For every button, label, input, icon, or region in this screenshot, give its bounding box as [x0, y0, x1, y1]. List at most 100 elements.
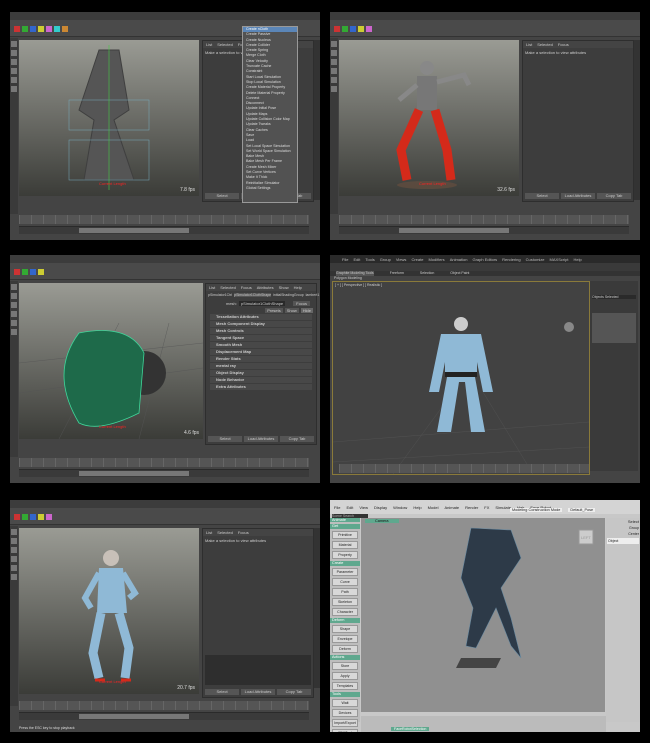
tool-button[interactable]: Skeleton	[332, 598, 358, 606]
tool-button[interactable]: Property	[332, 551, 358, 559]
camera-dropdown[interactable]: Camera	[365, 519, 399, 523]
menu-bar[interactable]	[10, 255, 320, 263]
attribute-section[interactable]: Mesh Component Display	[210, 321, 312, 327]
attribute-section[interactable]: mental ray	[210, 363, 312, 369]
select-button[interactable]: Select	[208, 436, 242, 442]
timeline[interactable]	[19, 701, 309, 710]
ae-menu-list[interactable]: List	[206, 530, 212, 535]
tool-button[interactable]: Material	[332, 541, 358, 549]
menu-item[interactable]: Rendering	[502, 257, 520, 262]
hide-button[interactable]: Hide	[300, 308, 313, 313]
menu-item[interactable]: Render	[465, 505, 478, 510]
viewport[interactable]: Current Length 32.6 fps	[339, 40, 519, 196]
tool-button[interactable]: Wait	[332, 699, 358, 707]
menu-bar[interactable]: File Edit Tools Group Views Create Modifiers An…	[330, 255, 640, 263]
mode-tab-animate[interactable]: Animate	[330, 518, 360, 522]
ae-menu-selected[interactable]: Selected	[537, 42, 553, 47]
menu-item[interactable]: Global Settings	[243, 186, 297, 191]
ae-menu-selected[interactable]: Selected	[220, 285, 236, 290]
select-button[interactable]: Select	[205, 689, 239, 695]
tab-lambert[interactable]: lambert1	[306, 293, 320, 297]
focus-button[interactable]: Focus	[293, 301, 311, 306]
ae-menu-focus[interactable]: Focus	[238, 530, 249, 535]
presets-button[interactable]: Presets	[265, 308, 283, 313]
range-slider[interactable]	[19, 226, 309, 234]
menu-item[interactable]: Display	[374, 505, 387, 510]
menu-item[interactable]: Edit	[353, 257, 360, 262]
menu-item[interactable]: Tools	[365, 257, 374, 262]
timeline[interactable]	[19, 215, 309, 224]
center-button[interactable]: Center	[606, 531, 640, 537]
tool-button[interactable]: Parameter	[332, 568, 358, 576]
load-attributes-button[interactable]: Load Attributes	[561, 193, 595, 199]
menu-item[interactable]: Graph Editors	[472, 257, 497, 262]
ae-menu-help[interactable]: Help	[294, 285, 302, 290]
copy-tab-button[interactable]: Copy Tab	[280, 436, 314, 442]
mesh-name-field[interactable]: pSimulator1ClothShape	[238, 301, 286, 306]
tab-shading-group[interactable]: initialShadingGroup	[273, 293, 304, 297]
tool-button[interactable]: Import/Export	[332, 719, 358, 727]
tool-button[interactable]: Templates	[332, 682, 358, 690]
menu-bar[interactable]	[10, 12, 320, 20]
ae-menu-show[interactable]: Show	[279, 285, 289, 290]
copy-tab-button[interactable]: Copy Tab	[597, 193, 631, 199]
time-slider[interactable]	[339, 464, 589, 473]
toolbox[interactable]	[10, 281, 18, 457]
attribute-section[interactable]: Render Stats	[210, 356, 312, 362]
attribute-section[interactable]: Displacement Map	[210, 349, 312, 355]
ae-menu-list[interactable]: List	[526, 42, 532, 47]
menu-item[interactable]: FX	[484, 505, 489, 510]
timeline[interactable]	[19, 458, 309, 467]
menu-item[interactable]: Views	[396, 257, 407, 262]
menu-item[interactable]: Animate	[444, 505, 459, 510]
menu-item[interactable]: Edit	[346, 505, 353, 510]
layout-dropdown[interactable]: Default_Pose	[568, 508, 596, 512]
side-tabs[interactable]	[314, 40, 320, 200]
main-toolbar[interactable]	[330, 263, 640, 271]
tool-button[interactable]: Apply	[332, 672, 358, 680]
toolbox[interactable]	[10, 38, 18, 214]
tab-simulator-ctrl[interactable]: pSimulator1Ctrl	[208, 293, 232, 297]
select-button[interactable]: Select	[205, 193, 239, 199]
tool-button[interactable]: Path	[332, 588, 358, 596]
object-name-field[interactable]: Objects Selected	[592, 295, 636, 299]
selection-field[interactable]: FaceRobotSelection	[391, 727, 430, 731]
select-button[interactable]: Select	[525, 193, 559, 199]
menu-item[interactable]: Modifiers	[428, 257, 444, 262]
attribute-section[interactable]: Mesh Controls	[210, 328, 312, 334]
menu-item[interactable]: Create	[411, 257, 423, 262]
attribute-section[interactable]: Tangent Space	[210, 335, 312, 341]
notes-field[interactable]	[205, 655, 311, 685]
perspective-viewport[interactable]: [ + ] [ Perspective ] [ Realistic ]	[332, 281, 590, 475]
menu-bar[interactable]	[10, 500, 320, 508]
tab-cloth-shape[interactable]: pSimulator1ClothShape	[234, 293, 272, 297]
shelf[interactable]	[10, 263, 320, 280]
attribute-section[interactable]: Extra Attributes	[210, 384, 312, 390]
menu-item[interactable]: MAXScript	[550, 257, 569, 262]
side-tabs[interactable]	[634, 40, 640, 200]
range-slider[interactable]	[19, 469, 309, 477]
timeline[interactable]	[339, 215, 629, 224]
toolbox[interactable]	[10, 526, 18, 706]
tool-button[interactable]: Envelope	[332, 635, 358, 643]
menu-item[interactable]: Help	[413, 505, 421, 510]
ae-menu-attributes[interactable]: Attributes	[257, 285, 274, 290]
attribute-section[interactable]: Node Behavior	[210, 377, 312, 383]
tool-button[interactable]: Curve	[332, 578, 358, 586]
attribute-section[interactable]: Tessellation Attributes	[210, 314, 312, 320]
toolbox[interactable]	[330, 38, 338, 214]
ncloth-dropdown-menu[interactable]: Create nCloth Create Passive Create Nucleu…	[242, 26, 298, 203]
viewport[interactable]: Camera LEFT	[361, 518, 605, 712]
menu-item[interactable]: File	[334, 505, 340, 510]
show-button[interactable]: Show	[284, 308, 299, 313]
shelf[interactable]	[330, 20, 640, 37]
ribbon-tab-object-paint[interactable]: Object Paint	[450, 271, 469, 276]
attribute-section[interactable]: Object Display	[210, 370, 312, 376]
tool-button[interactable]: Character	[332, 608, 358, 616]
ae-menu-list[interactable]: List	[206, 42, 212, 47]
viewport[interactable]: Current Length 7.8 fps	[19, 40, 199, 196]
menu-bar[interactable]	[330, 12, 640, 20]
tool-button[interactable]: Primitive	[332, 531, 358, 539]
ribbon-tab-selection[interactable]: Selection	[420, 271, 434, 276]
range-slider[interactable]	[339, 226, 629, 234]
